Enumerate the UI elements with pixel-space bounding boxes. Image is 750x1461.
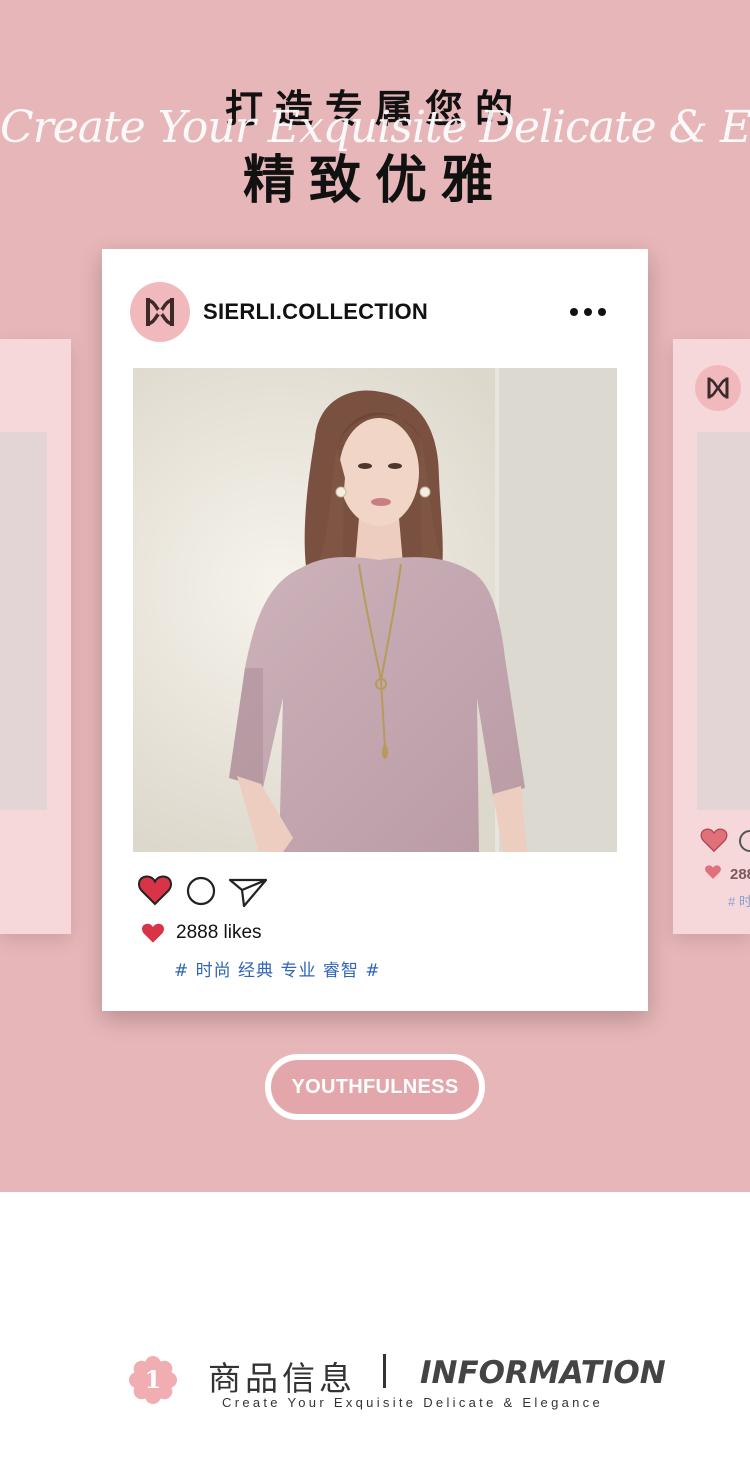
post-photo bbox=[133, 368, 617, 852]
account-name[interactable]: SIERLI.COLLECTION bbox=[203, 299, 428, 325]
section-title-cn: 商品信息 bbox=[208, 1359, 356, 1398]
model-photo-illustration bbox=[133, 368, 617, 852]
post-card: SIERLI.COLLECTION 2888 likes # 时尚 经典 专业 … bbox=[102, 249, 648, 1011]
likes-count: 2888 likes bbox=[176, 922, 262, 943]
side-card-photo bbox=[697, 432, 750, 810]
section-number: 1 bbox=[145, 1365, 162, 1394]
flower-number-icon: 1 bbox=[129, 1356, 177, 1404]
share-send-icon[interactable] bbox=[228, 876, 268, 908]
section-subtitle: Create Your Exquisite Delicate & Eleganc… bbox=[222, 1395, 604, 1410]
likes-heart-icon bbox=[142, 923, 164, 943]
like-heart-icon[interactable] bbox=[138, 874, 172, 906]
hashtags[interactable]: # 时尚 经典 专业 睿智 # bbox=[174, 956, 381, 981]
section-divider bbox=[383, 1354, 386, 1388]
side-avatar bbox=[695, 365, 741, 411]
side-card-left bbox=[0, 339, 71, 934]
headline-line-2: 精致优雅 bbox=[242, 151, 507, 211]
more-options-icon[interactable] bbox=[570, 305, 618, 319]
comment-icon[interactable] bbox=[186, 876, 216, 906]
side-card-photo bbox=[0, 432, 47, 810]
side-card-right: 288 # 时 bbox=[673, 339, 750, 934]
logo-monogram-icon bbox=[145, 298, 175, 326]
side-likes-count: 288 bbox=[730, 866, 750, 883]
small-heart-icon bbox=[705, 865, 721, 879]
account-avatar[interactable] bbox=[130, 282, 190, 342]
logo-monogram-icon bbox=[707, 377, 729, 399]
comment-icon[interactable] bbox=[739, 830, 750, 852]
section-title-en: INFORMATION bbox=[420, 1355, 666, 1391]
hero-section: 打造专属您的 Create Your Exquisite Delicate & … bbox=[0, 0, 750, 1192]
heart-icon[interactable] bbox=[700, 827, 728, 853]
youthfulness-badge: YOUTHFULNESS bbox=[265, 1054, 485, 1120]
side-tags: # 时 bbox=[728, 894, 750, 909]
